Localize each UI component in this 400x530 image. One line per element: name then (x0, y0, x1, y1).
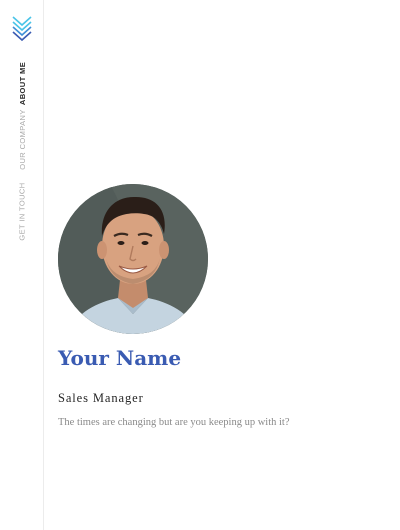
job-title: Sales Manager (58, 391, 144, 405)
nav-item-get-in-touch[interactable]: Get In Touch (18, 182, 27, 240)
nav-item-our-company[interactable]: Our Company (17, 109, 26, 170)
nav-item-about-me[interactable]: About Me (18, 62, 27, 105)
tagline-text: The times are changing but are you keepi… (58, 417, 290, 428)
profile-section: Your Name Sales Manager The times are ch… (44, 0, 400, 530)
profile-name: Your Name (58, 346, 182, 370)
chevron-stack-logo-icon[interactable] (11, 15, 33, 43)
sidebar-nav: About Me Our Company Get In Touch (0, 0, 44, 530)
profile-avatar (58, 184, 208, 334)
